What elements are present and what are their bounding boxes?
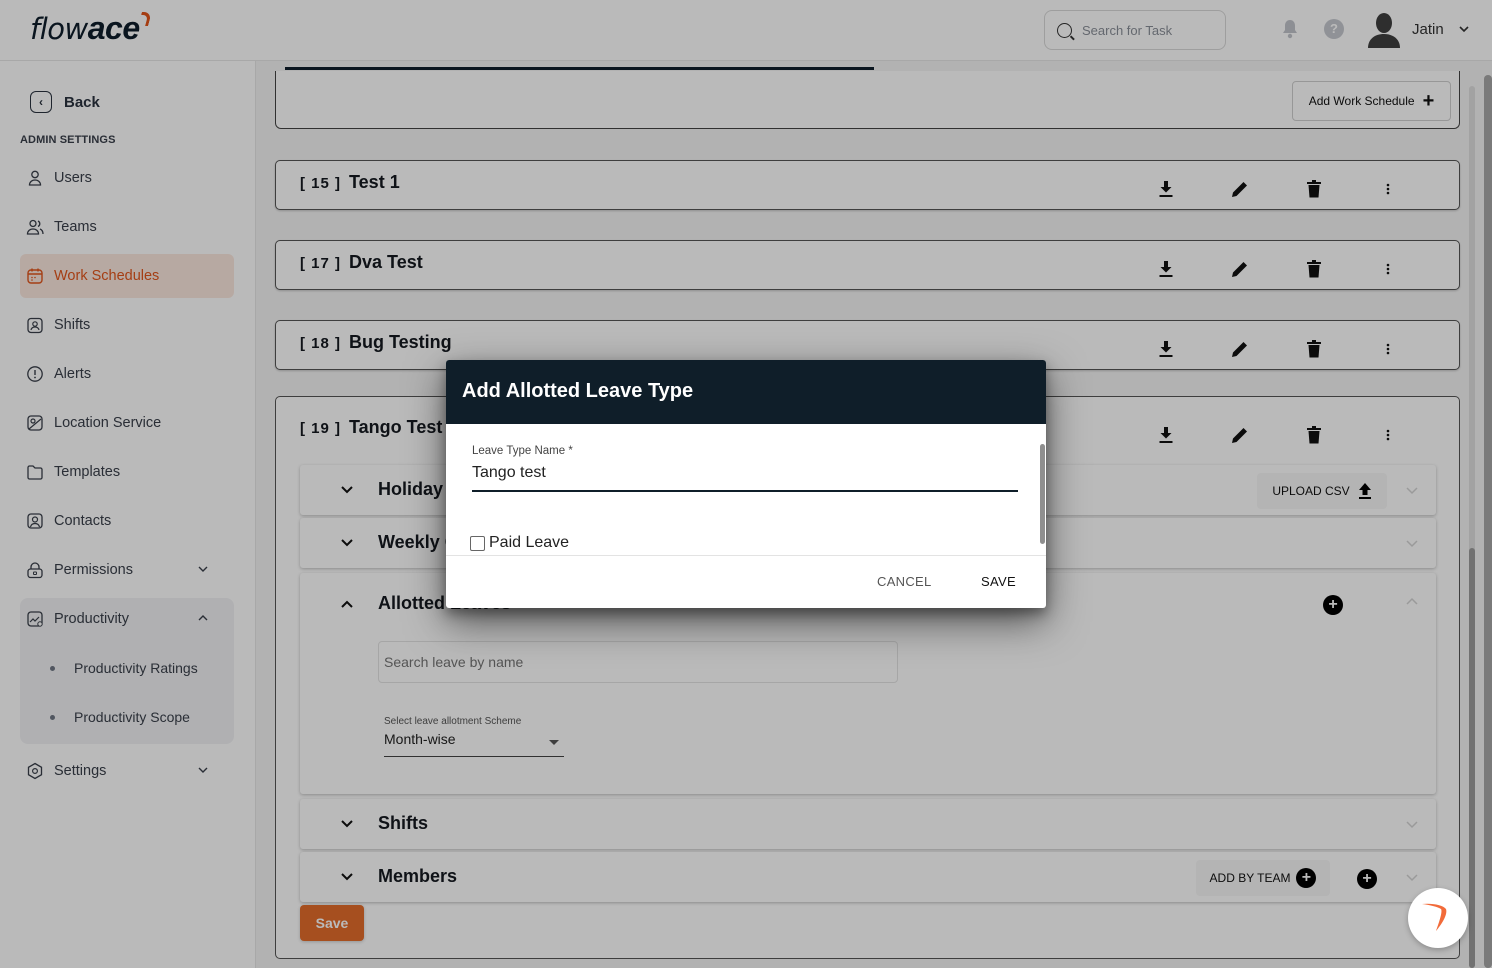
- dialog-scrollbar[interactable]: [1040, 444, 1045, 544]
- paid-leave-checkbox[interactable]: [470, 535, 485, 551]
- leave-type-name-label: Leave Type Name *: [472, 445, 573, 457]
- leave-type-name-input[interactable]: [472, 462, 1018, 492]
- cancel-button[interactable]: CANCEL: [877, 574, 932, 589]
- flowace-boomerang-icon: [1422, 903, 1447, 931]
- page-scrollbar[interactable]: [1484, 75, 1492, 968]
- dialog-title: Add Allotted Leave Type: [446, 360, 1046, 424]
- add-allotted-leave-dialog: Add Allotted Leave Type Leave Type Name …: [446, 360, 1046, 608]
- flowace-assistant-button[interactable]: [1408, 888, 1468, 948]
- save-button[interactable]: SAVE: [981, 574, 1016, 589]
- paid-leave-checkbox-row[interactable]: Paid Leave: [470, 534, 569, 552]
